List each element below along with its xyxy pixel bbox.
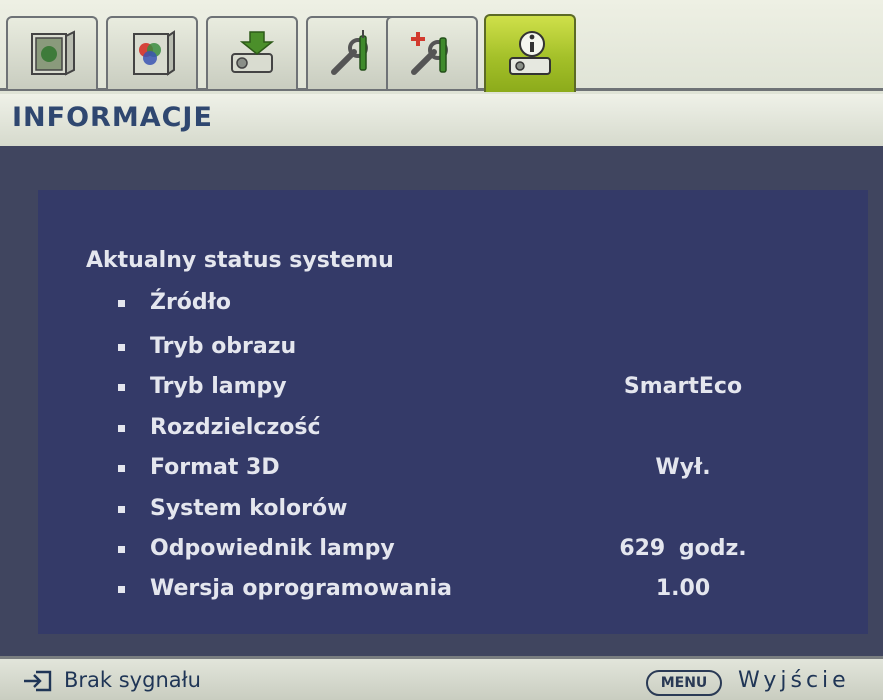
bullet-icon — [118, 425, 125, 432]
status-row-lamp-hours: Odpowiednik lampy 629 godz. — [38, 536, 868, 566]
setup-wrench-icon — [331, 29, 368, 75]
picture-icon — [133, 29, 175, 76]
section-heading: Aktualny status systemu — [86, 248, 394, 273]
status-row-color-system: System kolorów — [38, 496, 868, 526]
row-value: SmartEco — [623, 374, 743, 399]
page-header: INFORMACJE — [0, 94, 883, 146]
row-label: Odpowiednik lampy — [150, 536, 395, 561]
input-source-icon — [24, 670, 52, 692]
bullet-icon — [118, 384, 125, 391]
bullet-icon — [118, 546, 125, 553]
content-area: Aktualny status systemu Źródło Tryb obra… — [0, 146, 883, 656]
exit-label[interactable]: Wyjście — [738, 668, 850, 693]
advanced-setup-icon — [411, 31, 448, 75]
row-value: 1.00 — [655, 576, 711, 601]
source-icon — [231, 30, 275, 73]
menu-key-hint[interactable]: MENU — [646, 670, 722, 696]
row-label: Rozdzielczość — [150, 415, 321, 440]
tab-system-setup-advanced[interactable] — [386, 16, 478, 89]
information-icon — [509, 31, 551, 75]
page-title: INFORMACJE — [12, 102, 213, 133]
bullet-icon — [118, 506, 125, 513]
status-panel: Aktualny status systemu Źródło Tryb obra… — [38, 190, 868, 634]
bullet-icon — [118, 465, 125, 472]
status-row-3d-format: Format 3D Wył. — [38, 455, 868, 485]
status-row-resolution: Rozdzielczość — [38, 415, 868, 445]
status-row-lamp-mode: Tryb lampy SmartEco — [38, 374, 868, 404]
tab-system-setup-basic[interactable] — [306, 16, 398, 89]
row-value: 629 godz. — [619, 536, 747, 561]
tab-strip — [0, 0, 883, 94]
status-row-source: Źródło — [38, 290, 868, 320]
status-row-firmware-version: Wersja oprogramowania 1.00 — [38, 576, 868, 606]
row-label: Źródło — [150, 290, 231, 315]
tab-information[interactable] — [484, 14, 576, 92]
tab-display[interactable] — [6, 16, 98, 89]
bullet-icon — [118, 344, 125, 351]
row-label: System kolorów — [150, 496, 348, 521]
row-value: Wył. — [655, 455, 711, 480]
row-label: Format 3D — [150, 455, 280, 480]
bullet-icon — [118, 586, 125, 593]
tab-source[interactable] — [206, 16, 298, 89]
row-label: Tryb obrazu — [150, 334, 297, 359]
tab-picture[interactable] — [106, 16, 198, 89]
status-row-picture-mode: Tryb obrazu — [38, 334, 868, 364]
row-label: Tryb lampy — [150, 374, 287, 399]
row-label: Wersja oprogramowania — [150, 576, 452, 601]
bullet-icon — [118, 300, 125, 307]
display-icon — [31, 29, 75, 76]
signal-status: Brak sygnału — [64, 668, 201, 692]
footer-divider — [0, 656, 883, 659]
footer-bar: Brak sygnału MENU Wyjście — [0, 656, 883, 700]
